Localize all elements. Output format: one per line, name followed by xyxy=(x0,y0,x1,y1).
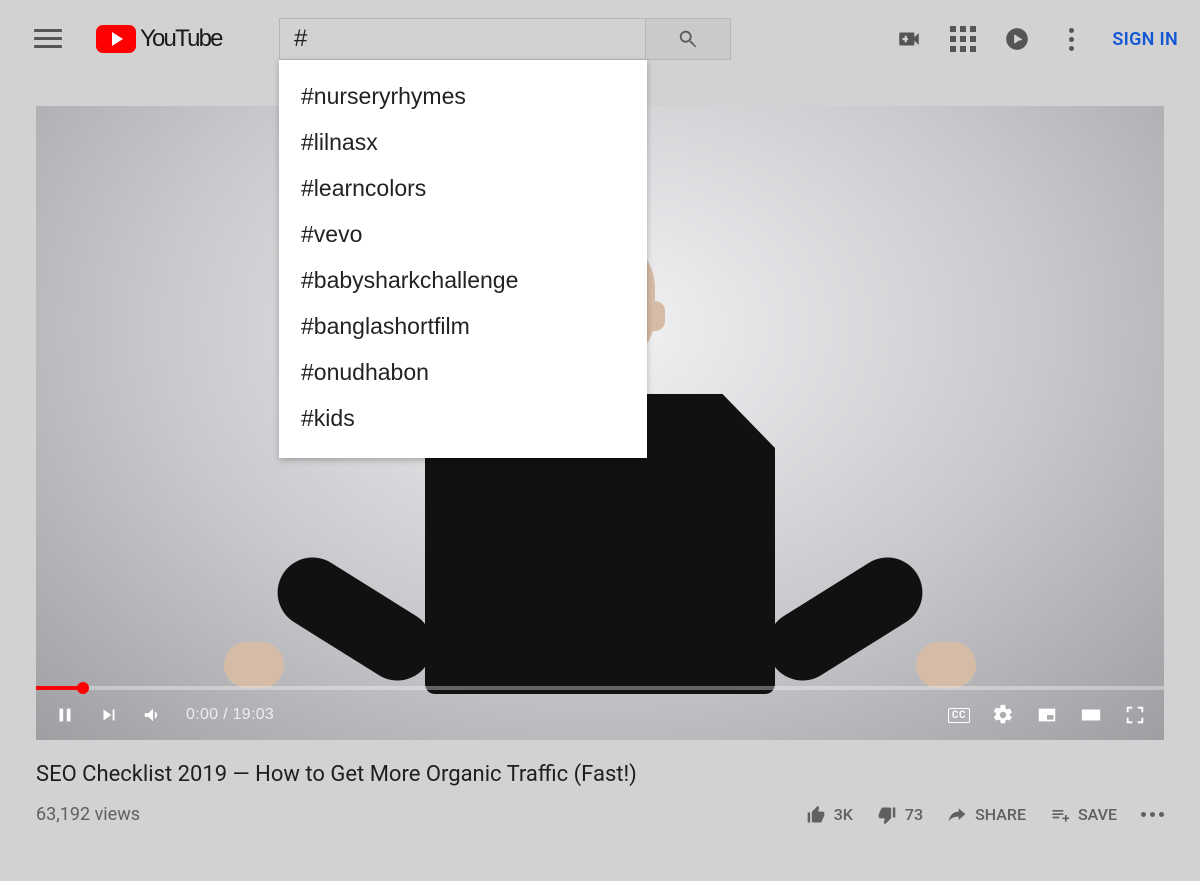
next-icon xyxy=(98,704,120,726)
miniplayer-icon xyxy=(1036,704,1058,726)
pause-button[interactable] xyxy=(54,704,76,726)
player-controls: 0:00 / 19:03 CC xyxy=(36,690,1164,740)
video-actions: 3K 73 SHARE SAVE xyxy=(806,805,1164,825)
settings-kebab-button[interactable] xyxy=(1058,26,1084,52)
fullscreen-button[interactable] xyxy=(1124,704,1146,726)
header-actions: SIGN IN xyxy=(896,0,1178,78)
youtube-wordmark: YouTube xyxy=(140,25,222,53)
sign-in-button[interactable]: SIGN IN xyxy=(1112,29,1178,50)
settings-button[interactable] xyxy=(992,704,1014,726)
share-button[interactable]: SHARE xyxy=(947,805,1026,825)
playlist-add-icon xyxy=(1050,805,1070,825)
share-icon xyxy=(947,805,967,825)
gear-icon xyxy=(992,704,1014,726)
apps-grid-icon xyxy=(950,26,976,52)
more-icon xyxy=(1141,812,1164,817)
suggestion-item[interactable]: #kids xyxy=(279,396,647,442)
search-suggestions-dropdown: #nurseryrhymes #lilnasx #learncolors #ve… xyxy=(279,60,647,458)
save-button[interactable]: SAVE xyxy=(1050,805,1117,825)
volume-icon xyxy=(142,704,164,726)
search-icon xyxy=(677,28,699,50)
suggestion-item[interactable]: #onudhabon xyxy=(279,350,647,396)
messages-button[interactable] xyxy=(1004,26,1030,52)
kebab-icon xyxy=(1069,28,1074,51)
video-meta-row: 63,192 views 3K 73 SHARE SAVE xyxy=(36,804,1164,825)
dislike-button[interactable]: 73 xyxy=(877,805,923,825)
suggestion-item[interactable]: #banglashortfilm xyxy=(279,304,647,350)
current-time: 0:00 xyxy=(186,706,218,723)
hamburger-menu-button[interactable] xyxy=(34,29,62,49)
dislike-count: 73 xyxy=(905,805,923,824)
suggestion-item[interactable]: #nurseryrhymes xyxy=(279,74,647,120)
search-bar xyxy=(279,18,731,60)
theater-mode-button[interactable] xyxy=(1080,704,1102,726)
suggestion-item[interactable]: #vevo xyxy=(279,212,647,258)
time-display: 0:00 / 19:03 xyxy=(186,706,274,724)
pause-icon xyxy=(54,704,76,726)
youtube-play-icon xyxy=(96,25,136,53)
thumb-up-icon xyxy=(806,805,826,825)
video-title: SEO Checklist 2019 — How to Get More Org… xyxy=(36,762,1164,787)
suggestion-item[interactable]: #learncolors xyxy=(279,166,647,212)
fullscreen-icon xyxy=(1124,704,1146,726)
share-label: SHARE xyxy=(975,805,1026,824)
youtube-logo[interactable]: YouTube xyxy=(96,25,222,53)
next-button[interactable] xyxy=(98,704,120,726)
theater-icon xyxy=(1080,704,1102,726)
duration: 19:03 xyxy=(233,706,275,723)
volume-button[interactable] xyxy=(142,704,164,726)
captions-button[interactable]: CC xyxy=(948,708,970,723)
more-actions-button[interactable] xyxy=(1141,812,1164,817)
create-video-button[interactable] xyxy=(896,26,922,52)
search-input[interactable] xyxy=(279,18,645,60)
suggestion-item[interactable]: #babysharkchallenge xyxy=(279,258,647,304)
suggestion-item[interactable]: #lilnasx xyxy=(279,120,647,166)
view-count: 63,192 views xyxy=(36,804,140,825)
apps-grid-button[interactable] xyxy=(950,26,976,52)
search-button[interactable] xyxy=(645,18,731,60)
save-label: SAVE xyxy=(1078,805,1117,824)
miniplayer-button[interactable] xyxy=(1036,704,1058,726)
like-button[interactable]: 3K xyxy=(806,805,853,825)
thumb-down-icon xyxy=(877,805,897,825)
like-count: 3K xyxy=(834,805,853,824)
